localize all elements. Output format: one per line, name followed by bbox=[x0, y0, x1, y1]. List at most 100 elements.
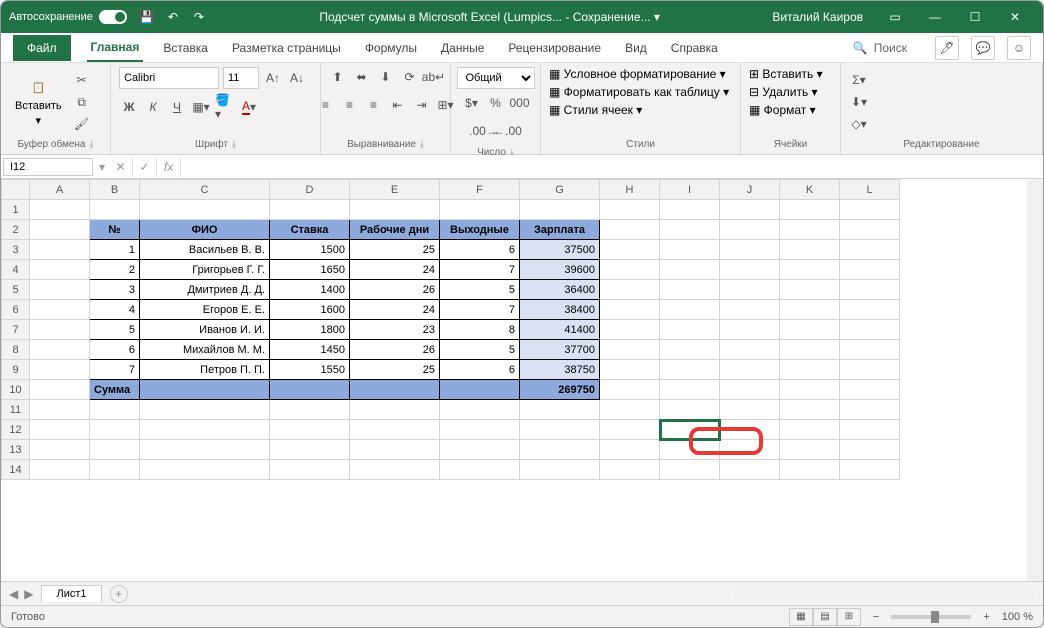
cell-H7[interactable] bbox=[600, 320, 660, 340]
row-header-12[interactable]: 12 bbox=[2, 420, 30, 440]
col-header-D[interactable]: D bbox=[270, 180, 350, 200]
cell-A9[interactable] bbox=[30, 360, 90, 380]
cell-I10[interactable] bbox=[660, 380, 720, 400]
cell-L12[interactable] bbox=[840, 420, 900, 440]
align-center-icon[interactable]: ≡ bbox=[340, 95, 360, 115]
align-left-icon[interactable]: ≡ bbox=[316, 95, 336, 115]
border-button[interactable]: ▦▾ bbox=[191, 97, 211, 117]
cell-F3[interactable]: 6 bbox=[440, 240, 520, 260]
cell-C2[interactable]: ФИО bbox=[140, 220, 270, 240]
cell-B12[interactable] bbox=[90, 420, 140, 440]
cell-D12[interactable] bbox=[270, 420, 350, 440]
increase-decimal-icon[interactable]: .00→ bbox=[474, 121, 494, 141]
fill-color-button[interactable]: 🪣▾ bbox=[215, 97, 235, 117]
cell-J10[interactable] bbox=[720, 380, 780, 400]
cell-J3[interactable] bbox=[720, 240, 780, 260]
cell-I2[interactable] bbox=[660, 220, 720, 240]
align-bottom-icon[interactable]: ⬇ bbox=[376, 67, 396, 87]
cell-A12[interactable] bbox=[30, 420, 90, 440]
cell-E7[interactable]: 23 bbox=[350, 320, 440, 340]
cell-C8[interactable]: Михайлов М. М. bbox=[140, 340, 270, 360]
cell-K5[interactable] bbox=[780, 280, 840, 300]
cell-J14[interactable] bbox=[720, 460, 780, 480]
cell-G12[interactable] bbox=[520, 420, 600, 440]
cell-I4[interactable] bbox=[660, 260, 720, 280]
close-icon[interactable]: ✕ bbox=[995, 3, 1035, 31]
sheet-tab[interactable]: Лист1 bbox=[41, 585, 101, 602]
cell-J12[interactable] bbox=[720, 420, 780, 440]
cell-K14[interactable] bbox=[780, 460, 840, 480]
cell-B1[interactable] bbox=[90, 200, 140, 220]
cell-L6[interactable] bbox=[840, 300, 900, 320]
cell-C5[interactable]: Дмитриев Д. Д. bbox=[140, 280, 270, 300]
horizontal-scrollbar[interactable] bbox=[735, 588, 1035, 600]
decrease-decimal-icon[interactable]: ←.00 bbox=[498, 121, 518, 141]
cell-G7[interactable]: 41400 bbox=[520, 320, 600, 340]
row-header-10[interactable]: 10 bbox=[2, 380, 30, 400]
cell-L3[interactable] bbox=[840, 240, 900, 260]
cell-G5[interactable]: 36400 bbox=[520, 280, 600, 300]
cell-K4[interactable] bbox=[780, 260, 840, 280]
cell-J2[interactable] bbox=[720, 220, 780, 240]
tab-insert[interactable]: Вставка bbox=[159, 35, 212, 61]
save-icon[interactable]: 💾 bbox=[139, 9, 155, 25]
bold-button[interactable]: Ж bbox=[119, 97, 139, 117]
font-name-select[interactable] bbox=[119, 67, 219, 89]
format-painter-icon[interactable]: 🖌 bbox=[72, 114, 92, 134]
name-box[interactable] bbox=[3, 158, 93, 176]
spreadsheet-grid[interactable]: ABCDEFGHIJKL12№ФИОСтавкаРабочие дниВыход… bbox=[1, 179, 1027, 581]
cell-C12[interactable] bbox=[140, 420, 270, 440]
row-header-7[interactable]: 7 bbox=[2, 320, 30, 340]
cell-L11[interactable] bbox=[840, 400, 900, 420]
maximize-icon[interactable]: ☐ bbox=[955, 3, 995, 31]
cell-styles-button[interactable]: ▦ Стили ячеек ▾ bbox=[549, 103, 642, 117]
cell-F2[interactable]: Выходные bbox=[440, 220, 520, 240]
cell-E14[interactable] bbox=[350, 460, 440, 480]
cell-B5[interactable]: 3 bbox=[90, 280, 140, 300]
cell-A7[interactable] bbox=[30, 320, 90, 340]
cell-I13[interactable] bbox=[660, 440, 720, 460]
cell-B6[interactable]: 4 bbox=[90, 300, 140, 320]
cell-L10[interactable] bbox=[840, 380, 900, 400]
cell-B11[interactable] bbox=[90, 400, 140, 420]
orientation-icon[interactable]: ⟳ bbox=[400, 67, 420, 87]
cell-G10[interactable]: 269750 bbox=[520, 380, 600, 400]
search-button[interactable]: 🔍 Поиск bbox=[853, 41, 907, 55]
cell-D5[interactable]: 1400 bbox=[270, 280, 350, 300]
cell-C9[interactable]: Петров П. П. bbox=[140, 360, 270, 380]
cell-K13[interactable] bbox=[780, 440, 840, 460]
cell-F13[interactable] bbox=[440, 440, 520, 460]
cell-D4[interactable]: 1650 bbox=[270, 260, 350, 280]
cancel-formula-icon[interactable]: ✕ bbox=[109, 157, 133, 177]
copy-icon[interactable]: ⧉ bbox=[72, 92, 92, 112]
autosum-icon[interactable]: Σ▾ bbox=[849, 70, 869, 90]
delete-cells-button[interactable]: ⊟ Удалить ▾ bbox=[749, 85, 818, 99]
row-header-2[interactable]: 2 bbox=[2, 220, 30, 240]
cell-E6[interactable]: 24 bbox=[350, 300, 440, 320]
cell-E12[interactable] bbox=[350, 420, 440, 440]
cell-B8[interactable]: 6 bbox=[90, 340, 140, 360]
row-header-4[interactable]: 4 bbox=[2, 260, 30, 280]
cell-G4[interactable]: 39600 bbox=[520, 260, 600, 280]
col-header-A[interactable]: A bbox=[30, 180, 90, 200]
view-normal-icon[interactable]: ▦ bbox=[789, 608, 813, 626]
cell-K11[interactable] bbox=[780, 400, 840, 420]
row-header-9[interactable]: 9 bbox=[2, 360, 30, 380]
cell-K2[interactable] bbox=[780, 220, 840, 240]
tab-help[interactable]: Справка bbox=[667, 35, 722, 61]
col-header-G[interactable]: G bbox=[520, 180, 600, 200]
format-cells-button[interactable]: ▦ Формат ▾ bbox=[749, 103, 816, 117]
cell-H1[interactable] bbox=[600, 200, 660, 220]
cell-C3[interactable]: Васильев В. В. bbox=[140, 240, 270, 260]
col-header-C[interactable]: C bbox=[140, 180, 270, 200]
cell-B3[interactable]: 1 bbox=[90, 240, 140, 260]
cell-A3[interactable] bbox=[30, 240, 90, 260]
cell-D10[interactable] bbox=[270, 380, 350, 400]
cell-G11[interactable] bbox=[520, 400, 600, 420]
cell-A1[interactable] bbox=[30, 200, 90, 220]
cell-L13[interactable] bbox=[840, 440, 900, 460]
share-icon[interactable]: 🖊 bbox=[935, 36, 959, 60]
cell-D11[interactable] bbox=[270, 400, 350, 420]
cell-E2[interactable]: Рабочие дни bbox=[350, 220, 440, 240]
cell-G13[interactable] bbox=[520, 440, 600, 460]
